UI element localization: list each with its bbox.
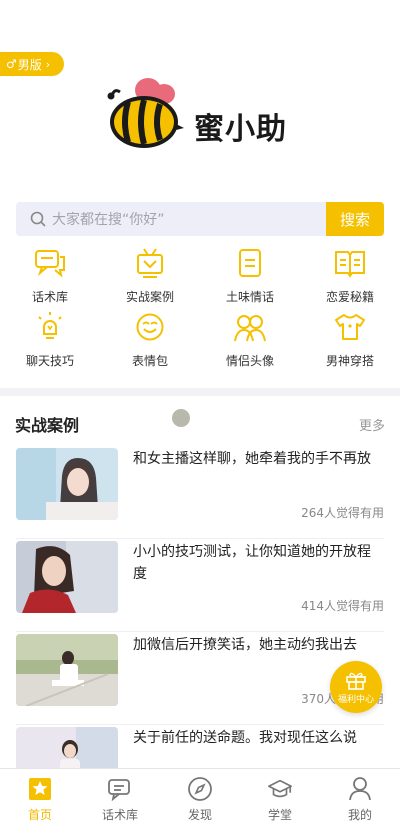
shortcut-script-library[interactable]: 话术库 (0, 246, 100, 310)
tv-icon (133, 246, 167, 280)
case-title: 和女主播这样聊，她牵着我的手不再放 (133, 451, 371, 467)
thumbnail-image (16, 634, 118, 706)
list-item[interactable]: 小小的技巧测试，让你知道她的开放程度 414人觉得有用 (16, 539, 384, 632)
tab-mine[interactable]: 我的 (320, 769, 400, 829)
list-item[interactable]: 加微信后开撩笑话，她主动约我出去 370人觉得有用 (16, 632, 384, 725)
case-title: 加微信后开撩笑话，她主动约我出去 (133, 637, 357, 653)
shortcut-cheesy-lines[interactable]: 土味情话 (200, 246, 300, 310)
smiley-icon (133, 310, 167, 344)
tab-label: 我的 (347, 808, 372, 822)
shortcut-label: 土味情话 (225, 290, 274, 304)
fab-label: 福利中心 (337, 694, 374, 705)
tab-label: 发现 (187, 808, 212, 822)
chat-icon (107, 776, 133, 802)
tab-discover[interactable]: 发现 (160, 769, 240, 829)
shortcut-label: 男神穿搭 (325, 354, 374, 368)
home-star-icon (27, 776, 53, 802)
chevron-right-icon: › (45, 57, 51, 71)
search-input[interactable]: 大家都在搜“你好” (16, 202, 326, 236)
app-name: 蜜小助 (194, 112, 287, 147)
bottom-tab-bar: 首页 话术库 发现 学堂 我的 (0, 768, 400, 829)
shortcut-couple-avatars[interactable]: 情侣头像 (200, 310, 300, 374)
gender-switch-label: 男版 (17, 57, 42, 72)
couple-icon (233, 310, 267, 344)
top-banner: ♂ 男版 › 蜜小助 (0, 0, 400, 195)
section-divider (0, 388, 400, 396)
shortcut-mens-fashion[interactable]: 男神穿搭 (300, 310, 400, 374)
shortcut-label: 恋爱秘籍 (325, 290, 374, 304)
search-button[interactable]: 搜索 (326, 202, 384, 236)
tshirt-icon (333, 310, 367, 344)
cases-section-header: 实战案例 更多 (15, 412, 385, 436)
gift-icon (346, 672, 366, 690)
shortcut-label: 表情包 (131, 354, 168, 368)
graduation-cap-icon (267, 776, 293, 802)
gender-switch-button[interactable]: ♂ 男版 › (0, 52, 64, 76)
chat-bubbles-icon (33, 246, 67, 280)
useful-count: 414人觉得有用 (301, 599, 384, 613)
case-title: 小小的技巧测试，让你知道她的开放程度 (133, 544, 371, 582)
useful-count: 264人觉得有用 (301, 506, 384, 520)
shortcut-label: 话术库 (31, 290, 68, 304)
shortcut-chat-tips[interactable]: 聊天技巧 (0, 310, 100, 374)
tab-script-library[interactable]: 话术库 (80, 769, 160, 829)
search-icon (30, 211, 46, 227)
case-list: 和女主播这样聊，她牵着我的手不再放 264人觉得有用 小小的技巧测试，让你知道她… (16, 446, 384, 818)
user-icon (347, 776, 373, 802)
thumbnail-image (16, 541, 118, 613)
more-link[interactable]: 更多 (359, 415, 385, 434)
shortcut-love-guide[interactable]: 恋爱秘籍 (300, 246, 400, 310)
list-item[interactable]: 和女主播这样聊，她牵着我的手不再放 264人觉得有用 (16, 446, 384, 539)
shortcut-grid: 话术库 实战案例 土味情话 恋爱秘籍 聊天技巧 表情包 情侣头像 男神穿搭 (0, 246, 400, 374)
shortcut-stickers[interactable]: 表情包 (100, 310, 200, 374)
compass-icon (187, 776, 213, 802)
thumbnail-image (16, 448, 118, 520)
tab-home[interactable]: 首页 (0, 769, 80, 829)
search-placeholder: 大家都在搜“你好” (52, 212, 165, 228)
note-icon (233, 246, 267, 280)
shortcut-label: 实战案例 (125, 290, 174, 304)
tab-label: 首页 (27, 808, 52, 822)
tab-label: 话术库 (101, 808, 138, 822)
open-book-icon (333, 246, 367, 280)
male-icon: ♂ (6, 57, 17, 71)
lightbulb-icon (33, 310, 67, 344)
search-bar: 大家都在搜“你好” 搜索 (16, 202, 384, 236)
section-title: 实战案例 (15, 416, 80, 435)
tab-school[interactable]: 学堂 (240, 769, 320, 829)
shortcut-label: 聊天技巧 (25, 354, 74, 368)
shortcut-real-cases[interactable]: 实战案例 (100, 246, 200, 310)
shortcut-label: 情侣头像 (225, 354, 274, 368)
case-title: 关于前任的送命题。我对现任这么说 (133, 730, 357, 746)
welfare-center-button[interactable]: 福利中心 (330, 661, 382, 713)
tab-label: 学堂 (267, 808, 292, 822)
